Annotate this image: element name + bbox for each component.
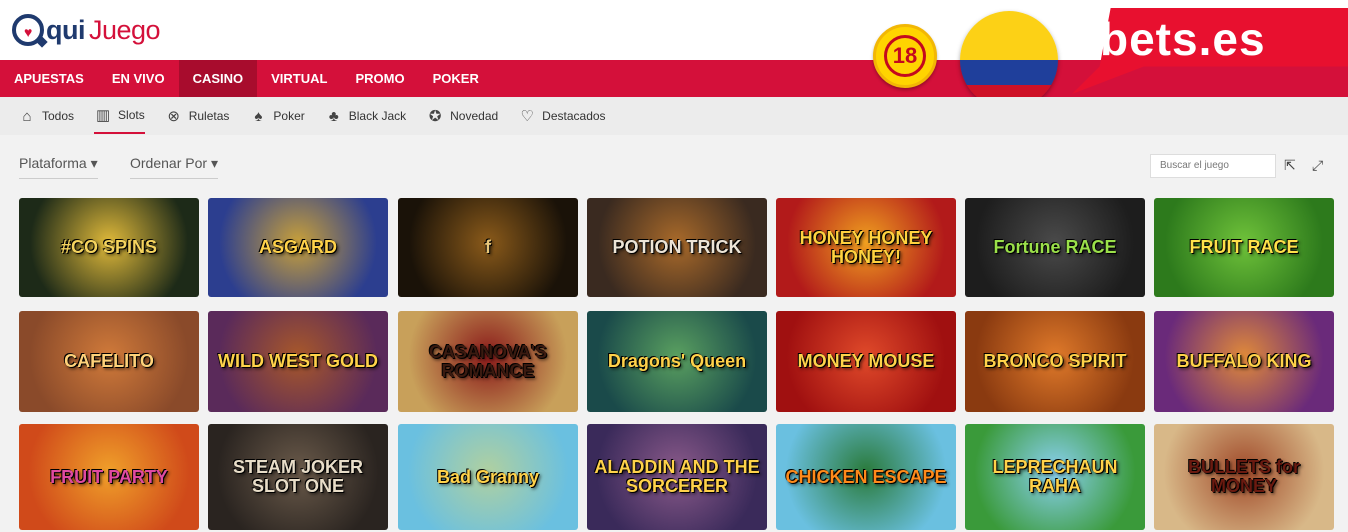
- subnav-item-todos[interactable]: ⌂ Todos: [18, 97, 74, 135]
- game-title: Dragons' Queen: [607, 351, 747, 372]
- game-title: Fortune RACE: [993, 237, 1117, 258]
- nav-item-poker[interactable]: POKER: [419, 60, 493, 97]
- search-input[interactable]: Buscar el juego: [1150, 154, 1276, 178]
- game-card[interactable]: BULLETS for MONEY: [1154, 424, 1334, 530]
- game-title: MONEY MOUSE: [797, 351, 935, 372]
- order-label: Ordenar Por: [130, 155, 208, 171]
- game-title: WILD WEST GOLD: [218, 351, 378, 372]
- subnav-item-black-jack[interactable]: ♣ Black Jack: [325, 97, 406, 135]
- game-card[interactable]: ASGARD: [208, 198, 388, 297]
- roulette-icon: ⊗: [167, 108, 180, 125]
- game-card[interactable]: BUFFALO KING: [1154, 311, 1334, 412]
- aquijuego-logo[interactable]: ♥ qui Juego: [12, 14, 161, 46]
- fullscreen-icon[interactable]: ⤢: [1312, 157, 1323, 174]
- game-title: CHICKEN ESCAPE: [785, 466, 947, 487]
- external-link-icon[interactable]: ⇱: [1284, 157, 1296, 174]
- game-title: Bad Granny: [436, 466, 540, 487]
- slot-machine-icon: ▥: [95, 107, 111, 124]
- game-card[interactable]: POTION TRICK: [587, 198, 767, 297]
- game-title: ASGARD: [258, 237, 337, 258]
- heart-icon: ♥: [24, 24, 33, 40]
- category-subnav: ⌂ Todos ▥ Slots ⊗ Ruletas ♠ Poker ♣ Black Jack ✪ No…: [0, 97, 1348, 135]
- subnav-label: Todos: [42, 109, 75, 123]
- game-card[interactable]: Fortune RACE: [965, 198, 1145, 297]
- game-title: #CO SPINS: [60, 237, 158, 258]
- subnav-item-ruletas[interactable]: ⊗ Ruletas: [165, 97, 230, 135]
- new-icon: ✪: [428, 108, 442, 125]
- nav-item-virtual[interactable]: VIRTUAL: [257, 60, 341, 97]
- game-title: BUFFALO KING: [1176, 351, 1312, 372]
- filter-bar: Plataforma ▾ Ordenar Por ▾ Buscar el jue…: [0, 135, 1348, 190]
- games-grid: #CO SPINS ASGARD f POTION TRICK HONEY HONEY …: [19, 198, 1339, 532]
- game-card[interactable]: WILD WEST GOLD: [208, 311, 388, 412]
- game-title: FRUIT RACE: [1189, 237, 1299, 258]
- subnav-label: Ruletas: [188, 109, 230, 123]
- nav-item-en-vivo[interactable]: EN VIVO: [98, 60, 179, 97]
- game-card[interactable]: STEAM JOKER SLOT ONE: [208, 424, 388, 530]
- age-18-label: 18: [884, 35, 926, 77]
- game-title: POTION TRICK: [612, 237, 742, 258]
- game-title: CASANOVA'S ROMANCE: [429, 341, 547, 381]
- game-card[interactable]: CAFELITO: [19, 311, 199, 412]
- blackjack-icon: ♣: [328, 107, 339, 125]
- thumb-up-icon: ♡: [520, 108, 534, 125]
- game-card[interactable]: HONEY HONEY HONEY!: [776, 198, 956, 297]
- game-title: FRUIT PARTY: [50, 466, 168, 487]
- game-card[interactable]: f: [398, 198, 578, 297]
- game-card[interactable]: ALADDIN AND THE SORCERER: [587, 424, 767, 530]
- game-card[interactable]: #CO SPINS: [19, 198, 199, 297]
- platform-dropdown[interactable]: Plataforma ▾: [19, 155, 98, 179]
- logo-mark-icon: ♥: [12, 14, 44, 46]
- house-icon: ⌂: [22, 107, 32, 125]
- game-card[interactable]: LEPRECHAUN RAHA: [965, 424, 1145, 530]
- subnav-label: Novedad: [450, 109, 499, 123]
- bets-es-logo[interactable]: bets.es: [1072, 8, 1348, 94]
- nav-item-apuestas[interactable]: APUESTAS: [0, 60, 98, 97]
- subnav-item-poker[interactable]: ♠ Poker: [249, 97, 304, 135]
- subnav-label: Destacados: [542, 109, 606, 123]
- logo-text-juego: Juego: [89, 14, 161, 45]
- game-title: LEPRECHAUN RAHA: [992, 457, 1118, 496]
- game-title: STEAM JOKER SLOT ONE: [232, 457, 364, 496]
- game-title: ALADDIN AND THE SORCERER: [594, 457, 760, 496]
- game-title: CAFELITO: [64, 351, 154, 372]
- game-card[interactable]: FRUIT RACE: [1154, 198, 1334, 297]
- order-dropdown[interactable]: Ordenar Por ▾: [130, 155, 218, 179]
- game-title: BRONCO SPIRIT: [983, 351, 1127, 372]
- game-card[interactable]: FRUIT PARTY: [19, 424, 199, 530]
- colombia-flag-icon: [960, 11, 1058, 109]
- game-card[interactable]: MONEY MOUSE: [776, 311, 956, 412]
- age-18-badge: 18: [873, 24, 937, 88]
- subnav-label: Poker: [273, 109, 305, 123]
- subnav-item-novedad[interactable]: ✪ Novedad: [426, 97, 498, 135]
- game-card[interactable]: CASANOVA'S ROMANCE: [398, 311, 578, 412]
- game-title: BULLETS for MONEY: [1188, 457, 1300, 496]
- game-card[interactable]: BRONCO SPIRIT: [965, 311, 1145, 412]
- subnav-label: Slots: [118, 108, 145, 122]
- game-card[interactable]: Dragons' Queen: [587, 311, 767, 412]
- cards-icon: ♠: [254, 107, 263, 125]
- caret-down-icon: ▾: [210, 155, 218, 171]
- subnav-label: Black Jack: [348, 109, 407, 123]
- nav-item-casino[interactable]: CASINO: [178, 60, 258, 97]
- nav-item-promo[interactable]: PROMO: [341, 60, 418, 97]
- game-title: HONEY HONEY HONEY!: [799, 227, 933, 267]
- logo-text-qui: qui: [46, 14, 86, 45]
- caret-down-icon: ▾: [90, 155, 98, 171]
- platform-label: Plataforma: [19, 155, 87, 171]
- subnav-item-destacados[interactable]: ♡ Destacados: [518, 97, 605, 135]
- subnav-item-slots[interactable]: ▥ Slots: [94, 98, 145, 134]
- bets-logo-text: bets.es: [1100, 13, 1266, 65]
- game-card[interactable]: Bad Granny: [398, 424, 578, 530]
- game-title: f: [485, 237, 491, 258]
- game-card[interactable]: CHICKEN ESCAPE: [776, 424, 956, 530]
